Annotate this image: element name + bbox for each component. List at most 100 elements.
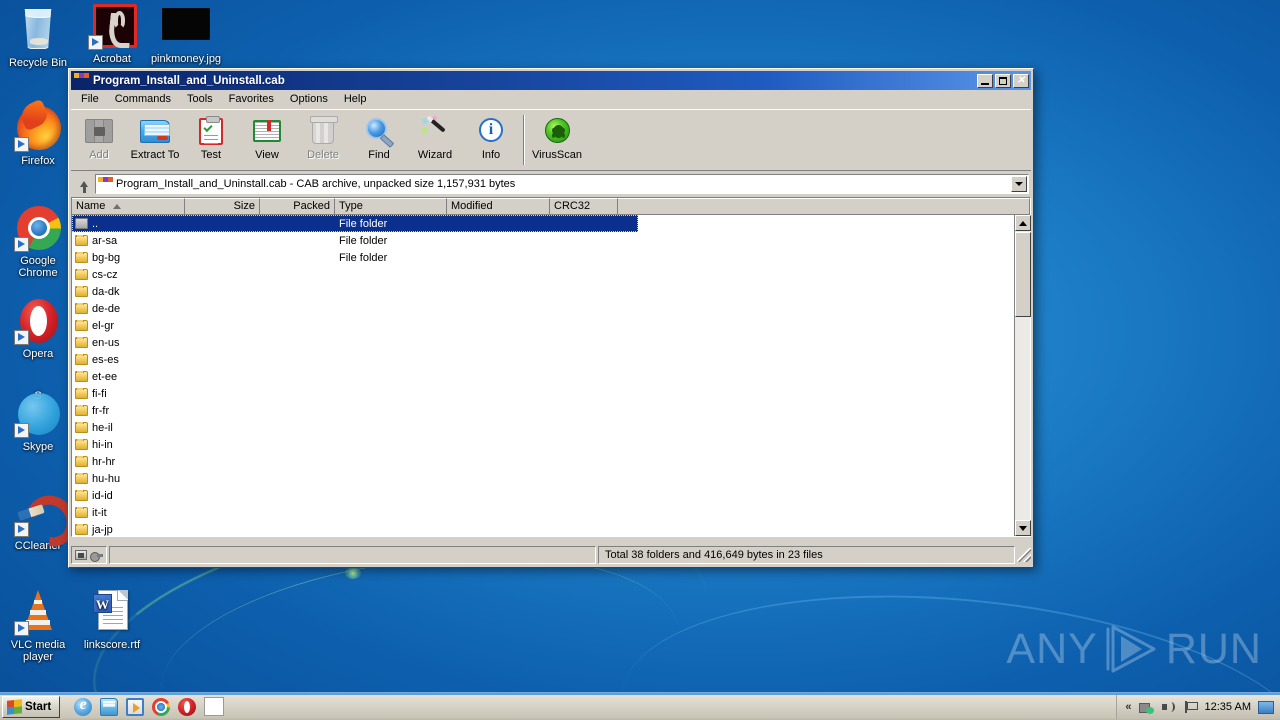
table-row[interactable]: hi-in <box>72 436 1030 453</box>
quick-launch-bar <box>74 696 225 716</box>
maximize-button[interactable] <box>995 73 1011 88</box>
table-row[interactable]: fi-fi <box>72 385 1030 402</box>
media-player-icon[interactable] <box>126 697 145 716</box>
tray-expand-chevron-icon[interactable]: « <box>1125 701 1131 713</box>
scroll-down-button[interactable] <box>1015 520 1031 536</box>
window-titlebar[interactable]: Program_Install_and_Uninstall.cab ✕ <box>71 71 1031 90</box>
vertical-scrollbar[interactable] <box>1014 215 1031 536</box>
table-row[interactable]: en-us <box>72 334 1030 351</box>
close-icon: ✕ <box>1016 74 1026 86</box>
internet-explorer-icon[interactable] <box>74 696 93 716</box>
column-header-packed[interactable]: Packed <box>260 198 335 215</box>
toolbar-button-virusscan[interactable]: VirusScan <box>529 113 585 161</box>
windows-explorer-icon[interactable] <box>100 697 119 716</box>
column-header-crc32[interactable]: CRC32 <box>550 198 618 215</box>
menu-item-tools[interactable]: Tools <box>179 91 221 107</box>
minimize-button[interactable] <box>977 73 993 88</box>
resize-grip[interactable] <box>1017 548 1031 562</box>
toolbar-button-extract-to[interactable]: Extract To <box>127 113 183 161</box>
desktop-icon-acrobat[interactable]: Acrobat <box>76 2 148 65</box>
network-icon[interactable] <box>1138 700 1154 714</box>
desktop-icon-pinkmoney[interactable]: pinkmoney.jpg <box>150 2 222 65</box>
toolbar-button-add[interactable]: Add <box>71 113 127 161</box>
desktop-icon-vlc[interactable]: VLC media player <box>2 588 74 663</box>
table-row[interactable]: id-id <box>72 487 1030 504</box>
desktop-icon-recycle-bin[interactable]: Recycle Bin <box>2 6 74 69</box>
file-list-header: Name Size Packed Type Modified CRC32 <box>72 198 1030 215</box>
volume-icon[interactable] <box>1161 700 1176 714</box>
table-row[interactable]: hu-hu <box>72 470 1030 487</box>
table-row[interactable]: .. File folder <box>72 215 638 232</box>
toolbar-button-view[interactable]: View <box>239 113 295 161</box>
table-row[interactable]: ja-jp <box>72 521 1030 536</box>
desktop-icon-linkscore-rtf[interactable]: W linkscore.rtf <box>76 588 148 651</box>
windows-flag-icon <box>7 698 22 715</box>
archive-path-combobox[interactable]: Program_Install_and_Uninstall.cab - CAB … <box>95 174 1029 194</box>
desktop-icon-google-chrome[interactable]: Google Chrome <box>2 204 74 279</box>
password-key-icon[interactable] <box>75 550 87 560</box>
menu-bar: File Commands Tools Favorites Options He… <box>69 90 1033 108</box>
folder-icon <box>75 523 88 535</box>
scroll-up-button[interactable] <box>1015 215 1031 231</box>
toolbar-button-info[interactable]: Info <box>463 113 519 161</box>
table-row[interactable]: cs-cz <box>72 266 1030 283</box>
blank-window-icon[interactable] <box>204 697 225 716</box>
toolbar-button-test[interactable]: Test <box>183 113 239 161</box>
scroll-thumb[interactable] <box>1015 232 1031 317</box>
input-language-icon[interactable] <box>1183 700 1198 714</box>
column-header-type[interactable]: Type <box>335 198 447 215</box>
table-row[interactable]: he-il <box>72 419 1030 436</box>
menu-item-file[interactable]: File <box>73 91 107 107</box>
cell-name: es-es <box>92 353 119 366</box>
menu-item-favorites[interactable]: Favorites <box>221 91 282 107</box>
firefox-icon <box>14 104 62 152</box>
toolbar-label: VirusScan <box>532 149 582 161</box>
table-row[interactable]: bg-bg File folder <box>72 249 1030 266</box>
cell-name: he-il <box>92 421 113 434</box>
table-row[interactable]: hr-hr <box>72 453 1030 470</box>
test-archive-icon <box>195 115 227 147</box>
menu-item-commands[interactable]: Commands <box>107 91 179 107</box>
menu-item-help[interactable]: Help <box>336 91 375 107</box>
table-row[interactable]: da-dk <box>72 283 1030 300</box>
menu-item-options[interactable]: Options <box>282 91 336 107</box>
column-header-name[interactable]: Name <box>72 198 185 215</box>
table-row[interactable]: et-ee <box>72 368 1030 385</box>
toolbar-button-wizard[interactable]: Wizard <box>407 113 463 161</box>
table-row[interactable]: el-gr <box>72 317 1030 334</box>
table-row[interactable]: es-es <box>72 351 1030 368</box>
desktop-icon-label: Acrobat <box>93 53 131 65</box>
disk-volume-icon[interactable] <box>90 550 103 562</box>
desktop-icon-label: Recycle Bin <box>8 57 68 69</box>
watermark-text-run: RUN <box>1165 624 1262 673</box>
clock[interactable]: 12:35 AM <box>1205 701 1251 713</box>
desktop-icon-skype[interactable]: S Skype <box>2 390 74 453</box>
start-button[interactable]: Start <box>2 695 61 718</box>
opera-icon[interactable] <box>178 697 197 716</box>
cab-archive-icon <box>98 177 112 191</box>
column-header-filler <box>618 198 1030 215</box>
toolbar-separator <box>523 115 525 165</box>
close-button[interactable]: ✕ <box>1013 73 1029 88</box>
add-archive-icon <box>83 115 115 147</box>
toolbar-button-find[interactable]: Find <box>351 113 407 161</box>
show-desktop-button[interactable] <box>1258 700 1274 714</box>
table-row[interactable]: fr-fr <box>72 402 1030 419</box>
desktop-icon-ccleaner[interactable]: CCleaner <box>2 489 74 552</box>
up-one-level-button[interactable] <box>73 174 95 194</box>
taskbar-top-accent <box>0 693 1280 695</box>
desktop-icon-opera[interactable]: Opera <box>2 297 74 360</box>
cell-name: fr-fr <box>92 404 110 417</box>
table-row[interactable]: it-it <box>72 504 1030 521</box>
anyrun-watermark: ANY RUN <box>1006 622 1262 676</box>
adobe-acrobat-icon <box>88 2 137 50</box>
column-header-modified[interactable]: Modified <box>447 198 550 215</box>
column-header-size[interactable]: Size <box>185 198 260 215</box>
toolbar-button-delete[interactable]: Delete <box>295 113 351 161</box>
table-row[interactable]: ar-sa File folder <box>72 232 1030 249</box>
shortcut-arrow-icon <box>14 621 29 636</box>
desktop-icon-firefox[interactable]: Firefox <box>2 104 74 167</box>
table-row[interactable]: de-de <box>72 300 1030 317</box>
address-dropdown-button[interactable] <box>1011 176 1027 192</box>
chrome-icon[interactable] <box>152 697 171 716</box>
